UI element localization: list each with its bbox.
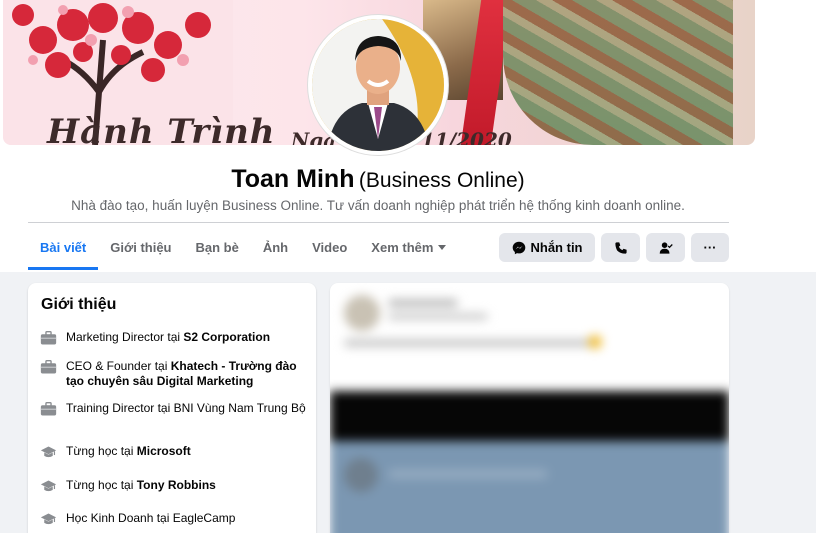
post-text-line xyxy=(344,339,594,347)
header-divider xyxy=(28,222,729,223)
post-media-blue xyxy=(330,441,729,533)
intro-item-education-3: Học Kinh Doanh tại EagleCamp xyxy=(40,511,310,528)
intro-item-work-2: CEO & Founder tại Khatech - Trường đào t… xyxy=(40,359,310,389)
post-blur-content xyxy=(330,283,729,533)
intro-title: Giới thiệu xyxy=(41,296,117,313)
message-button[interactable]: Nhắn tin xyxy=(499,233,595,262)
profile-name-row: Toan Minh (Business Online) xyxy=(0,165,756,194)
briefcase-icon xyxy=(40,402,57,416)
phone-icon xyxy=(614,241,627,254)
intro-item-education-2: Từng học tại Tony Robbins xyxy=(40,478,310,495)
briefcase-icon xyxy=(40,331,57,345)
profile-header: Hành Trình Ngày 11/2020 Toan Minh (Busin… xyxy=(0,0,816,272)
intro-item-education-1: Từng học tại Microsoft xyxy=(40,444,310,461)
post-author-line xyxy=(388,299,458,307)
more-options-button[interactable]: ··· xyxy=(691,233,729,262)
briefcase-icon xyxy=(40,360,57,374)
embedded-avatar xyxy=(344,458,378,492)
message-label: Nhắn tin xyxy=(530,240,583,255)
cover-headline: Hành Trình xyxy=(47,112,276,145)
call-button[interactable] xyxy=(601,233,640,262)
friend-status-button[interactable] xyxy=(646,233,685,262)
emoji-icon xyxy=(588,335,602,349)
profile-name: Toan Minh xyxy=(231,165,355,193)
post-author-avatar xyxy=(344,295,380,331)
post-meta-line xyxy=(388,313,488,320)
avatar-portrait xyxy=(312,19,444,151)
cover-flood-photo xyxy=(503,0,733,145)
profile-name-suffix: (Business Online) xyxy=(358,169,525,192)
caret-down-icon xyxy=(438,244,447,250)
intro-card: Giới thiệu Marketing Director tại S2 Cor… xyxy=(28,283,316,533)
tab-posts[interactable]: Bài viết xyxy=(28,224,99,270)
intro-item-work-1: Marketing Director tại S2 Corporation xyxy=(40,330,310,347)
blurred-post[interactable] xyxy=(330,283,729,533)
tab-friends[interactable]: Bạn bè xyxy=(184,224,251,270)
avatar[interactable] xyxy=(308,15,448,155)
tab-more[interactable]: Xem thêm xyxy=(359,224,458,270)
profile-actions: Nhắn tin ··· xyxy=(499,233,729,262)
graduation-cap-icon xyxy=(40,480,57,492)
graduation-cap-icon xyxy=(40,513,57,525)
person-check-icon xyxy=(659,241,673,254)
tab-videos[interactable]: Video xyxy=(300,224,359,270)
messenger-icon xyxy=(512,241,525,254)
embedded-text-line xyxy=(388,469,548,479)
tab-photos[interactable]: Ảnh xyxy=(251,224,300,270)
profile-bio: Nhà đào tạo, huấn luyện Business Online.… xyxy=(71,198,685,213)
graduation-cap-icon xyxy=(40,446,57,458)
intro-item-work-3: Training Director tại BNI Vùng Nam Trung… xyxy=(40,401,310,418)
profile-tabs: Bài viết Giới thiệu Bạn bè Ảnh Video Xem… xyxy=(28,224,458,270)
tab-about[interactable]: Giới thiệu xyxy=(98,224,183,270)
more-dots-icon: ··· xyxy=(703,240,717,255)
post-media-dark xyxy=(330,391,729,441)
cover-date-suffix: 11/2020 xyxy=(421,128,512,145)
